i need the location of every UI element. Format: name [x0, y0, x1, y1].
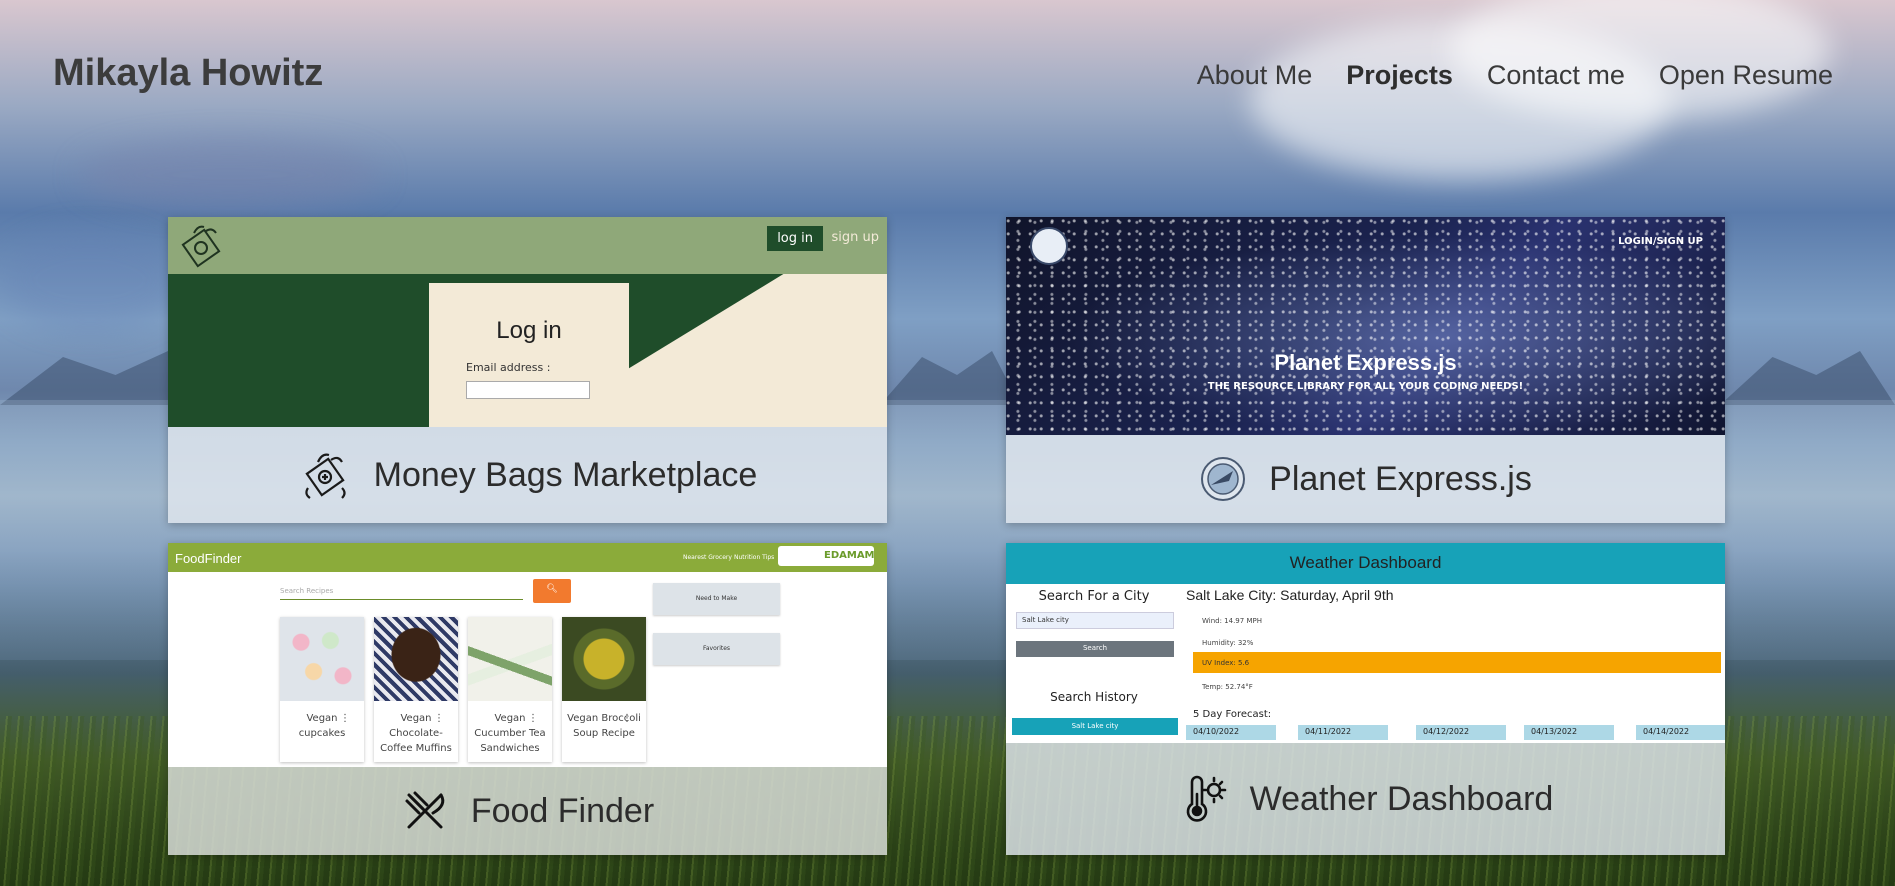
recipe-image: [468, 617, 552, 701]
project-title[interactable]: Planet Express.js: [1269, 460, 1532, 499]
edamam-badge: EDAMAM: [778, 546, 875, 566]
project-card-money-bags[interactable]: log in sign up Log in Email address : Mo…: [168, 217, 887, 523]
project-card-food-finder[interactable]: FoodFinder Nearest Grocery Nutrition Tip…: [168, 543, 887, 855]
recipe-card: Vegan cupcakes ⋮: [280, 617, 364, 762]
kebab-menu-icon: ⋮: [340, 713, 350, 724]
preview-email-label: Email address :: [466, 361, 551, 374]
recipe-name: Vegan Cucumber Tea Sandwiches: [474, 713, 546, 754]
thermometer-sun-icon: [1186, 775, 1226, 822]
nav-contact-me[interactable]: Contact me: [1487, 60, 1625, 91]
search-icon: 🔍︎: [533, 579, 571, 603]
main-nav: About Me Projects Contact me Open Resume: [1197, 60, 1833, 91]
forecast-date: 04/11/2022: [1298, 725, 1388, 740]
preview-navbar: FoodFinder Nearest Grocery Nutrition Tip…: [168, 543, 887, 572]
recipe-card: Vegan Cucumber Tea Sandwiches ⋮: [468, 617, 552, 762]
project-caption: Weather Dashboard: [1006, 743, 1725, 855]
preview-city-date: Salt Lake City: Saturday, April 9th: [1186, 587, 1394, 603]
project-preview-weather-dashboard: Weather Dashboard Search For a City Salt…: [1006, 543, 1725, 743]
preview-nav-grocery: Nearest Grocery: [683, 554, 732, 561]
preview-form-title: Log in: [496, 317, 562, 344]
project-preview-money-bags: log in sign up Log in Email address :: [168, 217, 887, 427]
site-brand[interactable]: Mikayla Howitz: [53, 52, 323, 95]
preview-navbar: log in sign up: [168, 217, 887, 274]
preview-email-field: [466, 381, 590, 399]
preview-history-item: Salt Lake city: [1012, 718, 1178, 735]
project-caption: Money Bags Marketplace: [168, 427, 887, 523]
preview-uv-index: UV Index: 5.6: [1193, 652, 1721, 673]
recipe-image: [280, 617, 364, 701]
preview-hero-subtitle: THE RESOURCE LIBRARY FOR ALL YOUR CODING…: [1207, 381, 1524, 392]
preview-hero-title: Planet Express.js: [1274, 350, 1457, 375]
kebab-menu-icon: ⋮: [528, 713, 538, 724]
preview-need-to-make-button: Need to Make: [653, 583, 780, 615]
project-title[interactable]: Weather Dashboard: [1250, 780, 1554, 819]
preview-temp: Temp: 52.74°F: [1202, 683, 1253, 691]
planet-express-logo: [1201, 457, 1246, 501]
planet-express-logo: [1030, 227, 1068, 265]
kebab-menu-icon: ⋮: [622, 713, 632, 724]
recipe-card: Vegan Broccoli Soup Recipe ⋮: [562, 617, 646, 762]
forecast-date: 04/12/2022: [1416, 725, 1506, 740]
preview-favorites-button: Favorites: [653, 633, 780, 665]
recipe-name: Vegan Broccoli Soup Recipe: [567, 713, 641, 739]
recipe-image: [374, 617, 458, 701]
money-bag-icon: [181, 225, 221, 268]
preview-wind: Wind: 14.97 MPH: [1202, 617, 1262, 625]
nav-open-resume[interactable]: Open Resume: [1659, 60, 1833, 91]
project-caption: Food Finder: [168, 767, 887, 855]
preview-city-input: Salt Lake city: [1016, 612, 1174, 629]
recipe-card: Vegan Chocolate-Coffee Muffins ⋮: [374, 617, 458, 762]
preview-header: Weather Dashboard: [1006, 543, 1725, 584]
forecast-date: 04/10/2022: [1186, 725, 1276, 740]
recipe-image: [562, 617, 646, 701]
project-card-weather-dashboard[interactable]: Weather Dashboard Search For a City Salt…: [1006, 543, 1725, 855]
forecast-date: 04/14/2022: [1636, 725, 1725, 740]
fork-knife-icon: [405, 791, 445, 829]
project-title[interactable]: Money Bags Marketplace: [374, 456, 758, 495]
project-preview-food-finder: FoodFinder Nearest Grocery Nutrition Tip…: [168, 543, 887, 767]
kebab-menu-icon: ⋮: [434, 713, 444, 724]
preview-login-link: LOGIN/SIGN UP: [1618, 236, 1703, 247]
preview-login-button: log in: [767, 226, 823, 251]
preview-nav-nutrition: Nutrition Tips: [734, 554, 775, 561]
preview-humidity: Humidity: 32%: [1202, 639, 1254, 647]
project-card-planet-express[interactable]: LOGIN/SIGN UP Planet Express.js THE RESO…: [1006, 217, 1725, 523]
recipe-name: Vegan Chocolate-Coffee Muffins: [380, 713, 452, 754]
preview-decor-shape: [628, 274, 887, 427]
preview-search-input: Search Recipes: [280, 580, 523, 600]
preview-brand: FoodFinder: [175, 551, 242, 566]
project-preview-planet-express: LOGIN/SIGN UP Planet Express.js THE RESO…: [1006, 217, 1725, 435]
recipe-name: Vegan cupcakes: [298, 713, 346, 739]
preview-history-heading: Search History: [1050, 690, 1138, 704]
preview-search-heading: Search For a City: [1038, 589, 1150, 604]
preview-search-button: Search: [1016, 641, 1174, 657]
project-title[interactable]: Food Finder: [471, 792, 654, 831]
site-header: Mikayla Howitz About Me Projects Contact…: [0, 0, 1895, 150]
project-caption: Planet Express.js: [1006, 435, 1725, 523]
nav-projects[interactable]: Projects: [1346, 60, 1453, 91]
nav-about-me[interactable]: About Me: [1197, 60, 1313, 91]
preview-forecast-label: 5 Day Forecast:: [1193, 709, 1272, 720]
preview-signup-link: sign up: [831, 230, 880, 245]
preview-login-form: Log in Email address :: [429, 283, 629, 427]
money-bag-icon: [304, 453, 346, 499]
forecast-date: 04/13/2022: [1524, 725, 1614, 740]
